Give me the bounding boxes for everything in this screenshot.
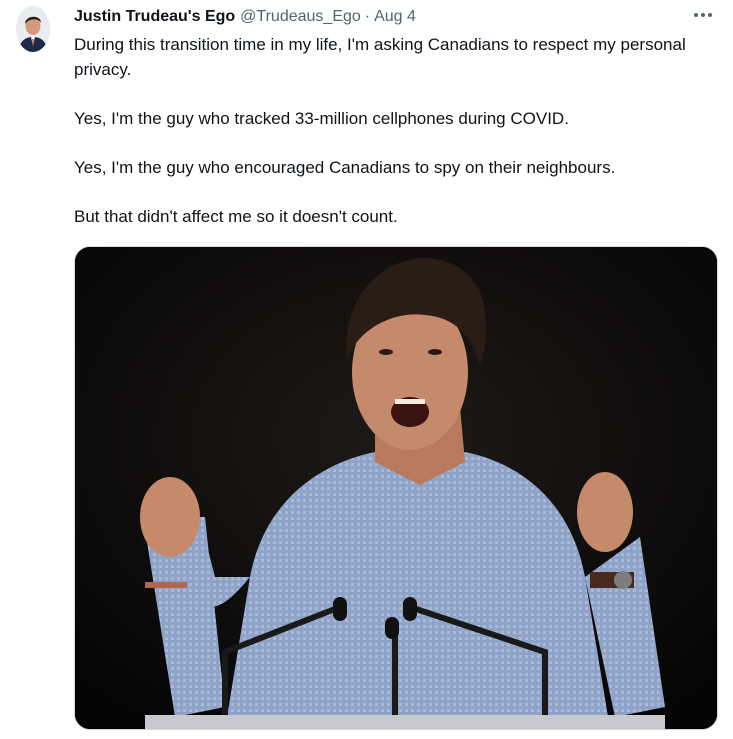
author-display-name[interactable]: Justin Trudeau's Ego	[74, 8, 235, 26]
more-options-button[interactable]	[691, 3, 715, 27]
tweet-date[interactable]: Aug 4	[374, 8, 416, 26]
author-avatar[interactable]	[16, 6, 50, 52]
tweet-photo[interactable]	[74, 246, 718, 730]
profile-photo-icon	[16, 6, 50, 52]
tweet-paragraph: Yes, I'm the guy who tracked 33-million …	[74, 109, 569, 128]
tweet-card[interactable]: Justin Trudeau's Ego @Trudeaus_Ego · Aug…	[0, 0, 733, 739]
header-separator: ·	[364, 8, 371, 25]
tweet-paragraph: During this transition time in my life, …	[74, 35, 686, 79]
speaker-photo-illustration	[75, 247, 717, 729]
tweet-paragraph: But that didn't affect me so it doesn't …	[74, 207, 398, 226]
author-handle[interactable]: @Trudeaus_Ego	[240, 8, 361, 26]
more-horizontal-icon	[694, 13, 712, 17]
tweet-text: During this transition time in my life, …	[74, 32, 714, 229]
tweet-header: Justin Trudeau's Ego @Trudeaus_Ego · Aug…	[74, 6, 717, 28]
tweet-paragraph: Yes, I'm the guy who encouraged Canadian…	[74, 158, 616, 177]
